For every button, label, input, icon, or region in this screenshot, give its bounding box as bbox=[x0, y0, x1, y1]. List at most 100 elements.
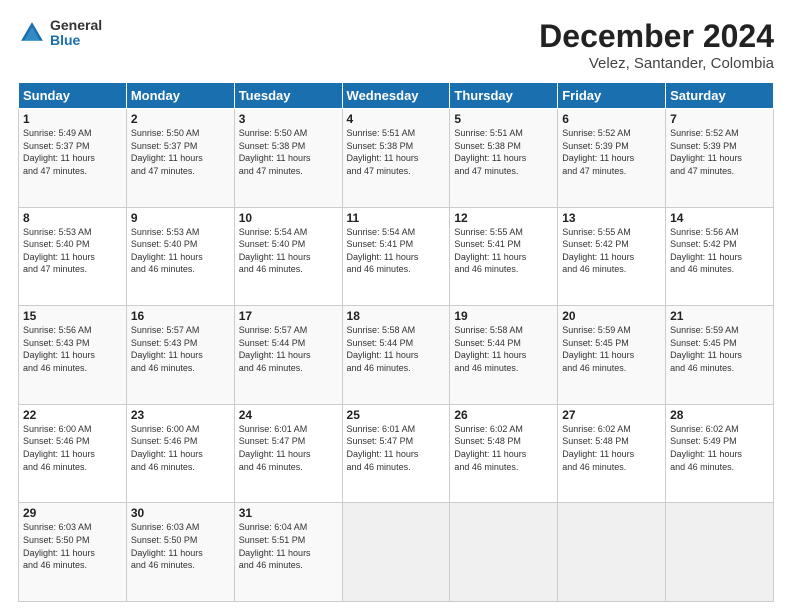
day-number: 9 bbox=[131, 211, 230, 225]
day-info: Sunrise: 5:50 AM Sunset: 5:37 PM Dayligh… bbox=[131, 127, 230, 177]
calendar-week-row: 1Sunrise: 5:49 AM Sunset: 5:37 PM Daylig… bbox=[19, 109, 774, 208]
day-number: 6 bbox=[562, 112, 661, 126]
day-info: Sunrise: 5:53 AM Sunset: 5:40 PM Dayligh… bbox=[23, 226, 122, 276]
calendar-week-row: 22Sunrise: 6:00 AM Sunset: 5:46 PM Dayli… bbox=[19, 404, 774, 503]
calendar-cell: 4Sunrise: 5:51 AM Sunset: 5:38 PM Daylig… bbox=[342, 109, 450, 208]
day-number: 15 bbox=[23, 309, 122, 323]
day-number: 2 bbox=[131, 112, 230, 126]
day-number: 18 bbox=[347, 309, 446, 323]
day-info: Sunrise: 6:02 AM Sunset: 5:49 PM Dayligh… bbox=[670, 423, 769, 473]
day-number: 5 bbox=[454, 112, 553, 126]
month-title: December 2024 bbox=[539, 18, 774, 55]
header: General Blue December 2024 Velez, Santan… bbox=[18, 18, 774, 72]
calendar-cell: 11Sunrise: 5:54 AM Sunset: 5:41 PM Dayli… bbox=[342, 207, 450, 306]
day-info: Sunrise: 5:53 AM Sunset: 5:40 PM Dayligh… bbox=[131, 226, 230, 276]
calendar-cell: 22Sunrise: 6:00 AM Sunset: 5:46 PM Dayli… bbox=[19, 404, 127, 503]
day-info: Sunrise: 6:03 AM Sunset: 5:50 PM Dayligh… bbox=[131, 521, 230, 571]
logo-blue-label: Blue bbox=[50, 33, 102, 48]
day-info: Sunrise: 5:56 AM Sunset: 5:42 PM Dayligh… bbox=[670, 226, 769, 276]
day-number: 8 bbox=[23, 211, 122, 225]
calendar-cell: 18Sunrise: 5:58 AM Sunset: 5:44 PM Dayli… bbox=[342, 306, 450, 405]
day-info: Sunrise: 5:51 AM Sunset: 5:38 PM Dayligh… bbox=[347, 127, 446, 177]
day-number: 21 bbox=[670, 309, 769, 323]
logo: General Blue bbox=[18, 18, 102, 49]
day-number: 16 bbox=[131, 309, 230, 323]
calendar-day-header: Tuesday bbox=[234, 83, 342, 109]
day-info: Sunrise: 5:54 AM Sunset: 5:41 PM Dayligh… bbox=[347, 226, 446, 276]
day-number: 20 bbox=[562, 309, 661, 323]
calendar-cell: 7Sunrise: 5:52 AM Sunset: 5:39 PM Daylig… bbox=[666, 109, 774, 208]
calendar-cell: 25Sunrise: 6:01 AM Sunset: 5:47 PM Dayli… bbox=[342, 404, 450, 503]
calendar-day-header: Wednesday bbox=[342, 83, 450, 109]
calendar-week-row: 15Sunrise: 5:56 AM Sunset: 5:43 PM Dayli… bbox=[19, 306, 774, 405]
calendar-cell: 10Sunrise: 5:54 AM Sunset: 5:40 PM Dayli… bbox=[234, 207, 342, 306]
logo-icon bbox=[18, 19, 46, 47]
calendar-cell: 30Sunrise: 6:03 AM Sunset: 5:50 PM Dayli… bbox=[126, 503, 234, 602]
calendar-cell: 17Sunrise: 5:57 AM Sunset: 5:44 PM Dayli… bbox=[234, 306, 342, 405]
calendar-day-header: Sunday bbox=[19, 83, 127, 109]
day-number: 19 bbox=[454, 309, 553, 323]
day-info: Sunrise: 6:00 AM Sunset: 5:46 PM Dayligh… bbox=[23, 423, 122, 473]
day-info: Sunrise: 5:57 AM Sunset: 5:43 PM Dayligh… bbox=[131, 324, 230, 374]
calendar-week-row: 8Sunrise: 5:53 AM Sunset: 5:40 PM Daylig… bbox=[19, 207, 774, 306]
day-number: 31 bbox=[239, 506, 338, 520]
calendar-cell: 29Sunrise: 6:03 AM Sunset: 5:50 PM Dayli… bbox=[19, 503, 127, 602]
day-info: Sunrise: 6:02 AM Sunset: 5:48 PM Dayligh… bbox=[454, 423, 553, 473]
calendar-day-header: Monday bbox=[126, 83, 234, 109]
day-number: 12 bbox=[454, 211, 553, 225]
calendar-cell: 12Sunrise: 5:55 AM Sunset: 5:41 PM Dayli… bbox=[450, 207, 558, 306]
day-number: 27 bbox=[562, 408, 661, 422]
day-number: 28 bbox=[670, 408, 769, 422]
calendar-cell: 14Sunrise: 5:56 AM Sunset: 5:42 PM Dayli… bbox=[666, 207, 774, 306]
calendar-cell: 1Sunrise: 5:49 AM Sunset: 5:37 PM Daylig… bbox=[19, 109, 127, 208]
calendar-cell: 27Sunrise: 6:02 AM Sunset: 5:48 PM Dayli… bbox=[558, 404, 666, 503]
day-number: 14 bbox=[670, 211, 769, 225]
calendar-day-header: Saturday bbox=[666, 83, 774, 109]
calendar-cell: 2Sunrise: 5:50 AM Sunset: 5:37 PM Daylig… bbox=[126, 109, 234, 208]
calendar-cell: 31Sunrise: 6:04 AM Sunset: 5:51 PM Dayli… bbox=[234, 503, 342, 602]
day-info: Sunrise: 5:55 AM Sunset: 5:42 PM Dayligh… bbox=[562, 226, 661, 276]
calendar-cell: 21Sunrise: 5:59 AM Sunset: 5:45 PM Dayli… bbox=[666, 306, 774, 405]
day-info: Sunrise: 5:52 AM Sunset: 5:39 PM Dayligh… bbox=[562, 127, 661, 177]
day-number: 17 bbox=[239, 309, 338, 323]
calendar-cell: 19Sunrise: 5:58 AM Sunset: 5:44 PM Dayli… bbox=[450, 306, 558, 405]
day-info: Sunrise: 5:59 AM Sunset: 5:45 PM Dayligh… bbox=[562, 324, 661, 374]
calendar-header-row: SundayMondayTuesdayWednesdayThursdayFrid… bbox=[19, 83, 774, 109]
calendar-cell: 28Sunrise: 6:02 AM Sunset: 5:49 PM Dayli… bbox=[666, 404, 774, 503]
day-number: 4 bbox=[347, 112, 446, 126]
calendar-cell: 26Sunrise: 6:02 AM Sunset: 5:48 PM Dayli… bbox=[450, 404, 558, 503]
calendar-cell: 9Sunrise: 5:53 AM Sunset: 5:40 PM Daylig… bbox=[126, 207, 234, 306]
calendar-cell bbox=[450, 503, 558, 602]
calendar-cell: 20Sunrise: 5:59 AM Sunset: 5:45 PM Dayli… bbox=[558, 306, 666, 405]
calendar-week-row: 29 Sunrise: 6:03 AM Sunset: 5:50 PM Dayli… bbox=[19, 503, 774, 602]
day-info: Sunrise: 5:58 AM Sunset: 5:44 PM Dayligh… bbox=[454, 324, 553, 374]
calendar-day-header: Friday bbox=[558, 83, 666, 109]
day-number: 23 bbox=[131, 408, 230, 422]
calendar-cell: 8Sunrise: 5:53 AM Sunset: 5:40 PM Daylig… bbox=[19, 207, 127, 306]
calendar-cell bbox=[666, 503, 774, 602]
day-number: 22 bbox=[23, 408, 122, 422]
day-number: 29 bbox=[23, 506, 122, 520]
day-info: Sunrise: 6:02 AM Sunset: 5:48 PM Dayligh… bbox=[562, 423, 661, 473]
logo-general-label: General bbox=[50, 18, 102, 33]
calendar-cell bbox=[342, 503, 450, 602]
day-number: 10 bbox=[239, 211, 338, 225]
day-number: 3 bbox=[239, 112, 338, 126]
calendar-day-header: Thursday bbox=[450, 83, 558, 109]
calendar-cell: 15Sunrise: 5:56 AM Sunset: 5:43 PM Dayli… bbox=[19, 306, 127, 405]
day-info: Sunrise: 5:54 AM Sunset: 5:40 PM Dayligh… bbox=[239, 226, 338, 276]
day-info: Sunrise: 5:51 AM Sunset: 5:38 PM Dayligh… bbox=[454, 127, 553, 177]
day-number: 13 bbox=[562, 211, 661, 225]
day-number: 1 bbox=[23, 112, 122, 126]
day-info: Sunrise: 5:50 AM Sunset: 5:38 PM Dayligh… bbox=[239, 127, 338, 177]
page: General Blue December 2024 Velez, Santan… bbox=[0, 0, 792, 612]
day-info: Sunrise: 5:52 AM Sunset: 5:39 PM Dayligh… bbox=[670, 127, 769, 177]
title-block: December 2024 Velez, Santander, Colombia bbox=[539, 18, 774, 72]
calendar-cell: 13Sunrise: 5:55 AM Sunset: 5:42 PM Dayli… bbox=[558, 207, 666, 306]
day-info: Sunrise: 5:55 AM Sunset: 5:41 PM Dayligh… bbox=[454, 226, 553, 276]
day-info: Sunrise: 5:59 AM Sunset: 5:45 PM Dayligh… bbox=[670, 324, 769, 374]
day-number: 24 bbox=[239, 408, 338, 422]
day-info: Sunrise: 5:58 AM Sunset: 5:44 PM Dayligh… bbox=[347, 324, 446, 374]
calendar-cell: 5Sunrise: 5:51 AM Sunset: 5:38 PM Daylig… bbox=[450, 109, 558, 208]
day-info: Sunrise: 5:56 AM Sunset: 5:43 PM Dayligh… bbox=[23, 324, 122, 374]
